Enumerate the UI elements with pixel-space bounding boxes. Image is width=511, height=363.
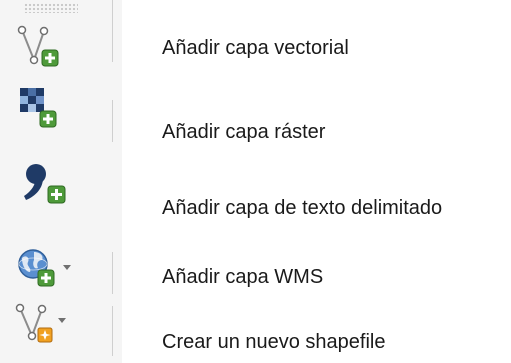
add-delimited-text-layer-icon (24, 164, 66, 204)
toolbar-separator (112, 0, 113, 62)
add-wms-layer-label: Añadir capa WMS (162, 266, 324, 288)
add-vector-layer-button[interactable] (14, 22, 80, 70)
add-wms-layer-button[interactable] (14, 244, 80, 292)
add-wms-layer-icon (18, 249, 71, 287)
toolbar-separator (112, 100, 113, 142)
toolbar-separator (112, 252, 113, 294)
add-raster-layer-icon (20, 88, 57, 128)
add-raster-layer-label: Añadir capa ráster (162, 121, 326, 143)
toolbar-separator (112, 306, 113, 356)
new-shapefile-button[interactable] (14, 298, 80, 346)
new-shapefile-label: Crear un nuevo shapefile (162, 331, 386, 353)
toolbar-grip-handle[interactable] (24, 3, 78, 13)
add-vector-layer-label: Añadir capa vectorial (162, 37, 349, 59)
add-vector-layer-icon (17, 25, 59, 67)
new-shapefile-icon (15, 303, 66, 343)
add-delimited-text-layer-button[interactable] (14, 160, 80, 208)
add-raster-layer-button[interactable] (14, 84, 80, 132)
add-delimited-text-layer-label: Añadir capa de texto delimitado (162, 197, 443, 219)
